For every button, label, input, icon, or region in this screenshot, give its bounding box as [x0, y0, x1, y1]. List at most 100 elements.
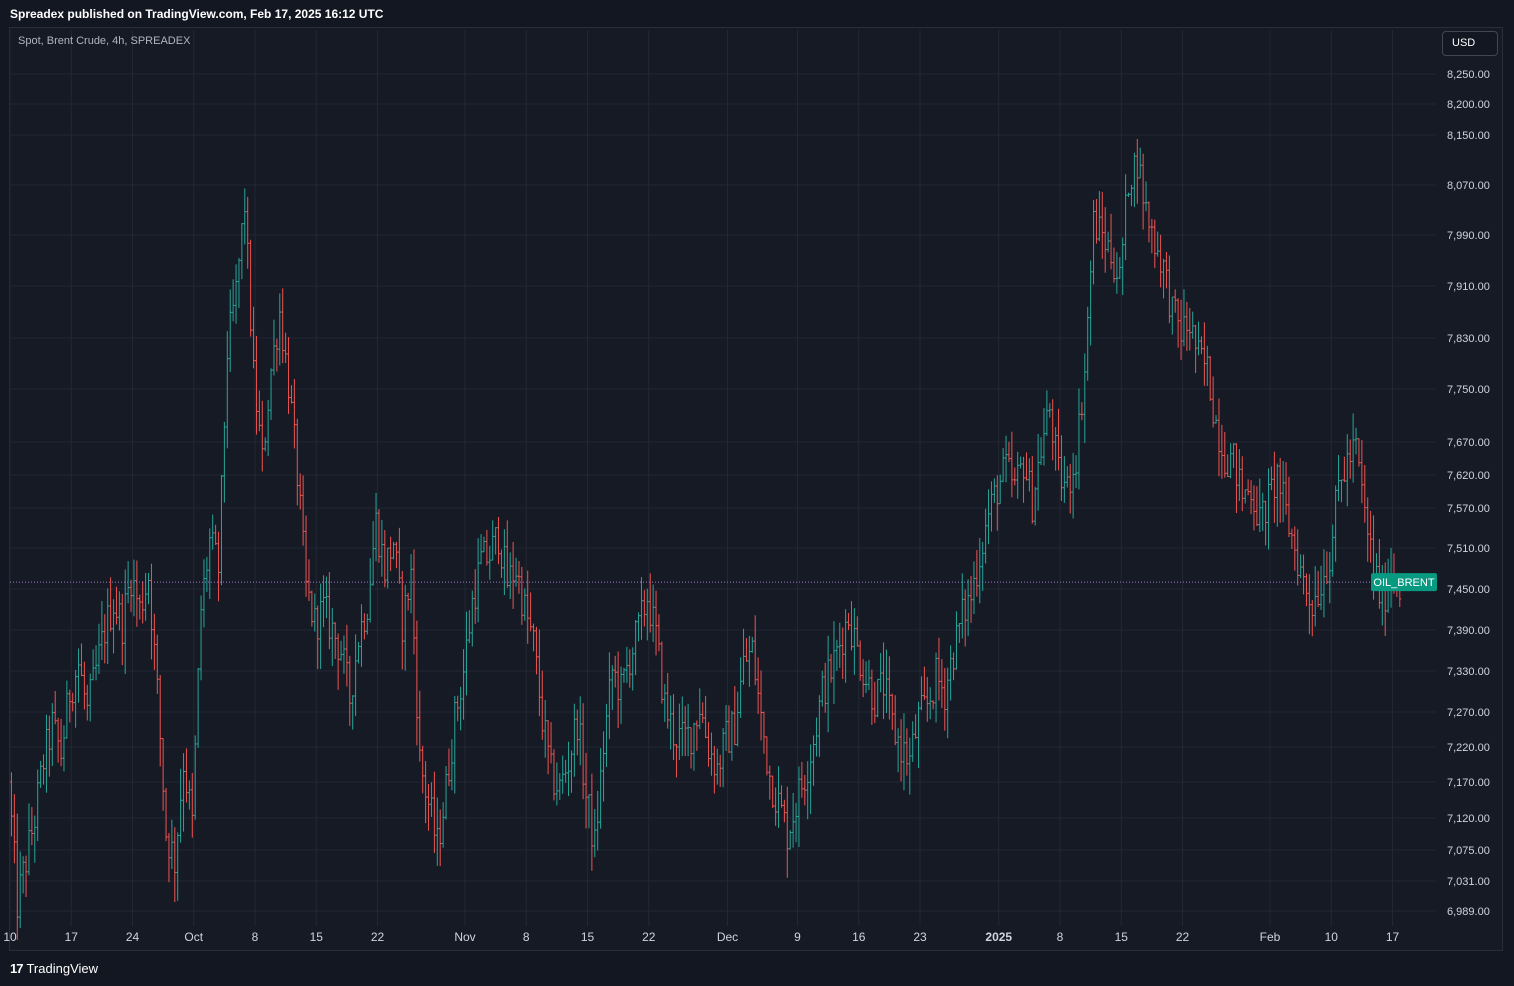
- ohlc-bar-up: [957, 622, 961, 643]
- ohlc-bar-down: [473, 569, 477, 624]
- ohlc-bar-down: [424, 761, 428, 824]
- ohlc-bar-up: [170, 819, 174, 870]
- ohlc-bar-up: [357, 641, 361, 664]
- ohlc-bar-up: [1261, 492, 1265, 532]
- ohlc-bar-down: [887, 656, 891, 720]
- ohlc-bar-up: [409, 554, 413, 614]
- tradingview-logo-icon: 17: [10, 961, 24, 976]
- ohlc-bar-up: [1092, 200, 1096, 285]
- ohlc-bar-up: [788, 830, 792, 850]
- ohlc-bar-down: [1167, 255, 1171, 324]
- ohlc-bar-down: [295, 418, 299, 506]
- ohlc-bar-down: [1290, 528, 1294, 549]
- ohlc-bar-down: [768, 765, 772, 800]
- ohlc-bar-up: [663, 684, 667, 722]
- ohlc-bar-up: [1071, 452, 1075, 519]
- ohlc-bar-up: [202, 559, 206, 628]
- ohlc-bar-down: [310, 590, 314, 627]
- price-chart[interactable]: 8,250.00 8,200.00 8,150.00 8,070.00 7,990.00…: [0, 0, 1514, 986]
- ohlc-bar-up: [502, 529, 506, 596]
- x-tick-label: 23: [913, 930, 927, 944]
- ohlc-bar-up: [339, 640, 343, 661]
- ohlc-bar-up: [602, 731, 606, 802]
- x-tick-label: 15: [310, 930, 324, 944]
- ohlc-bar-up: [1170, 296, 1174, 335]
- tradingview-logo[interactable]: 17 TradingView: [10, 961, 98, 976]
- ohlc-bar-up: [806, 761, 810, 820]
- ohlc-bar-up: [1144, 181, 1148, 212]
- ohlc-bar-up: [1124, 174, 1128, 261]
- x-tick-label: 17: [65, 930, 79, 944]
- ohlc-bar-down: [1249, 480, 1253, 515]
- ohlc-bar-up: [736, 691, 740, 747]
- ohlc-bar-up: [777, 766, 781, 828]
- ohlc-bar-up: [791, 792, 795, 848]
- ohlc-bar-down: [214, 524, 218, 545]
- ohlc-bar-up: [884, 649, 888, 714]
- ohlc-bar-down: [1226, 454, 1230, 478]
- ohlc-bar-down: [304, 515, 308, 597]
- ohlc-bar-up: [1345, 434, 1349, 507]
- symbol-legend[interactable]: Spot, Brent Crude, 4h, SPREADEX: [18, 35, 190, 47]
- ohlc-bar-down: [534, 626, 538, 675]
- ohlc-bar-up: [1299, 554, 1303, 579]
- ohlc-bar-up: [39, 760, 43, 788]
- ohlc-bar-up: [622, 667, 626, 683]
- ohlc-bar-down: [1287, 476, 1291, 538]
- y-tick-label: 7,120.00: [1447, 813, 1490, 825]
- ohlc-bar-down: [1202, 322, 1206, 386]
- currency-button[interactable]: USD: [1442, 31, 1498, 56]
- ohlc-bar-down: [616, 651, 620, 728]
- ohlc-bar-up: [987, 489, 991, 545]
- ohlc-bar-down: [412, 549, 416, 655]
- ohlc-bar-down: [674, 744, 678, 778]
- ohlc-bar-up: [50, 703, 54, 767]
- ohlc-bar-down: [733, 686, 737, 746]
- ohlc-bar-down: [246, 196, 250, 269]
- ohlc-bar-up: [852, 608, 856, 675]
- ohlc-bar-up: [896, 728, 900, 773]
- ohlc-bar-down: [823, 662, 827, 713]
- x-tick-label: 15: [581, 930, 595, 944]
- ohlc-bar-up: [984, 508, 988, 564]
- ohlc-bar-up: [97, 623, 101, 674]
- ohlc-bar-down: [275, 338, 279, 372]
- ohlc-bar-up: [77, 648, 81, 703]
- ohlc-bar-down: [672, 694, 676, 761]
- ohlc-bar-down: [1366, 497, 1370, 562]
- ohlc-bar-down: [575, 709, 579, 756]
- x-tick-label: 22: [642, 930, 656, 944]
- ohlc-bar-up: [44, 714, 48, 793]
- ohlc-bar-up: [117, 591, 121, 631]
- ohlc-bar-up: [1039, 437, 1043, 466]
- ohlc-bar-down: [537, 629, 541, 717]
- ohlc-bar-down: [15, 813, 19, 940]
- y-tick-label: 7,270.00: [1447, 707, 1490, 719]
- ohlc-bar-up: [747, 635, 751, 687]
- ohlc-bar-down: [940, 659, 944, 709]
- ohlc-bar-down: [298, 473, 302, 510]
- ohlc-bar-down: [301, 475, 305, 546]
- ohlc-bar-up: [1322, 549, 1326, 618]
- ohlc-bar-up: [491, 520, 495, 561]
- ohlc-bar-down: [1022, 456, 1026, 503]
- ohlc-bar-down: [427, 784, 431, 831]
- ohlc-bar-down: [689, 727, 693, 769]
- y-tick-label: 7,830.00: [1447, 333, 1490, 345]
- ohlc-bar-down: [1159, 234, 1163, 288]
- ohlc-bar-up: [1354, 427, 1358, 455]
- ohlc-bar-up: [1214, 415, 1218, 424]
- ohlc-bar-down: [1357, 438, 1361, 467]
- ohlc-bar-up: [715, 748, 719, 785]
- ohlc-bar-up: [100, 601, 104, 660]
- y-tick-label: 8,150.00: [1447, 130, 1490, 142]
- ohlc-bar-up: [981, 541, 985, 591]
- ohlc-bar-up: [992, 478, 996, 503]
- ohlc-bar-down: [712, 745, 716, 794]
- ohlc-bar-up: [989, 481, 993, 532]
- ohlc-bar-down: [803, 774, 807, 806]
- ohlc-bar-up: [208, 528, 212, 599]
- ohlc-bar-down: [158, 675, 162, 767]
- ohlc-bar-down: [1100, 191, 1104, 259]
- ohlc-bar-down: [1164, 251, 1168, 289]
